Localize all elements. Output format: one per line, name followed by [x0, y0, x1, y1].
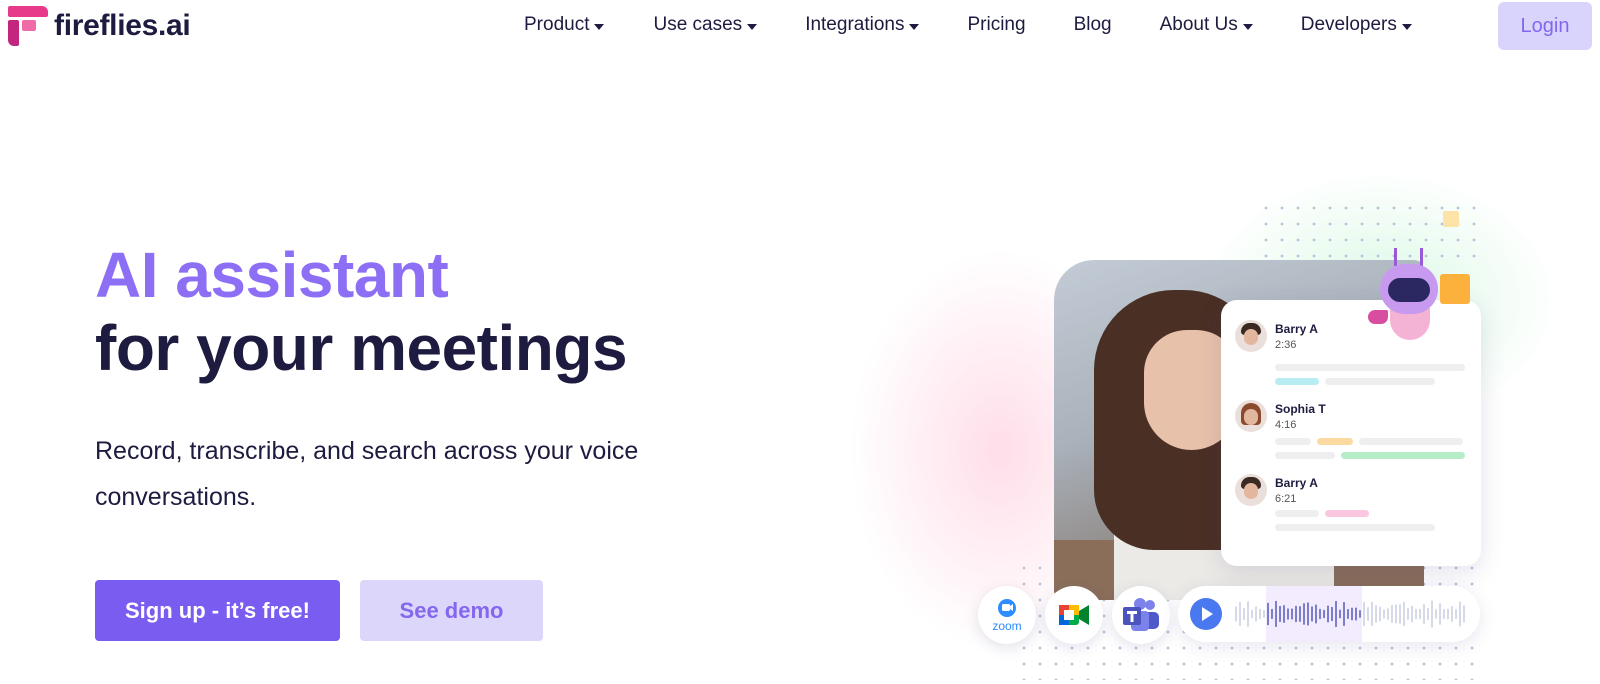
speaker-timestamp: 6:21 [1275, 493, 1297, 505]
avatar [1235, 320, 1267, 352]
top-navigation: fireflies.ai Product Use cases Integrati… [0, 0, 1600, 54]
zoom-app-button[interactable]: zoom [978, 586, 1036, 644]
chevron-down-icon [1242, 23, 1253, 30]
fireflies-logo[interactable]: fireflies.ai [8, 6, 191, 46]
logo-text: fireflies.ai [54, 9, 191, 42]
transcript-entry: Barry A 6:21 [1235, 474, 1467, 544]
speaker-name: Barry A [1275, 322, 1318, 336]
nav-item-label: Blog [1073, 14, 1112, 35]
nav-item-label: Developers [1300, 14, 1397, 35]
nav-menu: Product Use cases Integrations Pricing B… [524, 14, 1412, 36]
signup-button[interactable]: Sign up - it’s free! [95, 580, 340, 641]
avatar [1235, 474, 1267, 506]
hero-title: for your meetings [95, 312, 628, 384]
robot-mascot-icon [1368, 244, 1458, 344]
nav-item-label: About Us [1159, 14, 1238, 35]
nav-item-label: Product [524, 14, 590, 35]
speaker-timestamp: 4:16 [1275, 419, 1297, 431]
hero-title-accent: AI assistant [95, 239, 449, 311]
speaker-timestamp: 2:36 [1275, 339, 1297, 351]
sticky-note-icon [1443, 211, 1459, 227]
play-icon [1202, 607, 1213, 621]
login-button[interactable]: Login [1498, 2, 1592, 50]
chevron-down-icon [747, 23, 758, 30]
nav-item-pricing[interactable]: Pricing [967, 14, 1025, 36]
hero-subtitle: Record, transcribe, and search across yo… [95, 437, 639, 511]
transcript-entry: Sophia T 4:16 [1235, 400, 1467, 470]
nav-item-product[interactable]: Product [524, 14, 605, 36]
chevron-down-icon [594, 23, 605, 30]
audio-player [1178, 586, 1480, 642]
google-meet-app-button[interactable] [1045, 586, 1103, 644]
fireflies-logo-icon [8, 6, 48, 46]
chevron-down-icon [909, 23, 920, 30]
speaker-name: Barry A [1275, 476, 1318, 490]
nav-item-about-us[interactable]: About Us [1160, 14, 1253, 36]
avatar [1235, 400, 1267, 432]
nav-item-integrations[interactable]: Integrations [805, 14, 920, 36]
chevron-down-icon [1401, 23, 1412, 30]
play-button[interactable] [1190, 598, 1222, 630]
teams-app-button[interactable] [1112, 586, 1170, 644]
teams-icon [1123, 598, 1159, 631]
nav-item-label: Integrations [805, 14, 905, 35]
nav-item-use-cases[interactable]: Use cases [653, 14, 758, 36]
nav-item-developers[interactable]: Developers [1301, 14, 1412, 36]
zoom-icon: zoom [992, 599, 1022, 633]
nav-item-label: Pricing [967, 14, 1026, 35]
waveform-icon [1235, 600, 1465, 628]
nav-item-label: Use cases [653, 14, 743, 35]
google-meet-icon [1059, 605, 1089, 625]
see-demo-button[interactable]: See demo [360, 580, 543, 641]
speaker-name: Sophia T [1275, 402, 1326, 416]
zoom-label: zoom [992, 619, 1021, 633]
nav-item-blog[interactable]: Blog [1074, 14, 1112, 36]
